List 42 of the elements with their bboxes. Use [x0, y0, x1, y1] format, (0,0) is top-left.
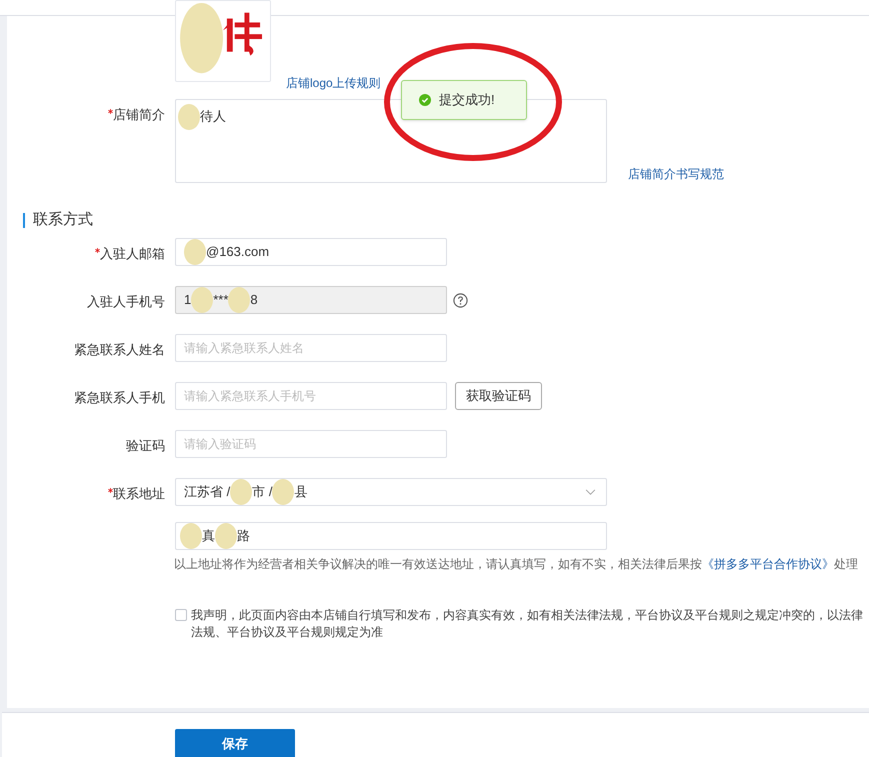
- chevron-down-icon: [585, 488, 596, 496]
- get-code-button[interactable]: 获取验证码: [455, 382, 542, 410]
- field-label: 紧急联系人手机: [74, 389, 165, 407]
- redaction-mark: [180, 523, 202, 549]
- logo-rule-link[interactable]: 店铺logo上传规则: [286, 74, 381, 92]
- declaration-checkbox[interactable]: [175, 609, 187, 621]
- region-select[interactable]: 江苏省 / 市 / 县: [175, 478, 607, 506]
- input-field[interactable]: 请输入验证码: [175, 430, 447, 458]
- street-field[interactable]: 真 路: [175, 522, 607, 550]
- section-title: 联系方式: [33, 210, 93, 230]
- input-field[interactable]: @163.com: [175, 238, 447, 266]
- redaction-mark: [178, 104, 200, 130]
- field-label: 验证码: [126, 437, 165, 455]
- value-text: 江苏省 /: [184, 483, 230, 502]
- redaction-mark: [215, 523, 237, 549]
- redaction-mark: [191, 287, 214, 313]
- field-label: 店铺简介: [113, 106, 165, 124]
- field-label: 入驻人邮箱: [100, 245, 165, 263]
- value-text: @163.com: [206, 243, 270, 262]
- field-label: 紧急联系人姓名: [74, 341, 165, 359]
- intro-rule-link[interactable]: 店铺简介书写规范: [628, 165, 724, 183]
- field-label: 联系地址: [113, 485, 165, 503]
- agreement-link[interactable]: 《拼多多平台合作协议》: [702, 557, 834, 571]
- value-text: 路: [237, 527, 250, 546]
- value-text: ***: [213, 291, 228, 310]
- field-label: 入驻人手机号: [87, 293, 165, 311]
- save-button[interactable]: 保存: [175, 729, 295, 757]
- address-hint: 以上地址将作为经营者相关争议解决的唯一有效送达地址，请认真填写，如有不实，相关法律后果按《拼多多平台合作协议》处理: [174, 556, 858, 573]
- value-text: 市 /: [252, 483, 272, 502]
- value-text: 1: [184, 291, 192, 310]
- input-field[interactable]: 请输入紧急联系人姓名: [175, 334, 447, 362]
- check-circle-icon: [419, 94, 431, 106]
- redaction-mark: [230, 479, 252, 505]
- declaration-text: 我声明，此页面内容由本店铺自行填写和发布，内容真实有效，如有相关法律法规，平台协议及平台规则之规定冲突的，以法律法规、平台协议及平台规则规定为准: [191, 607, 864, 641]
- redaction-mark: [184, 239, 206, 265]
- value-text: 待人: [200, 108, 226, 124]
- input-field[interactable]: 请输入紧急联系人手机号: [175, 382, 447, 410]
- value-text: 县: [294, 483, 308, 502]
- value-text: 8: [250, 291, 258, 310]
- redaction-mark: [228, 287, 250, 313]
- redaction-mark: [272, 479, 294, 505]
- value-text: 真: [202, 527, 215, 546]
